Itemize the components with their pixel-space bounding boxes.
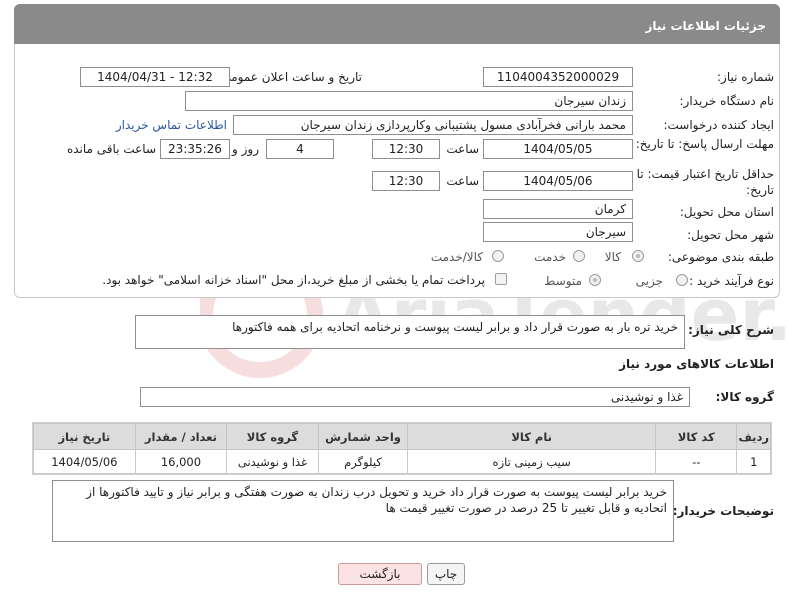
col-quantity: تعداد / مقدار [134, 423, 228, 450]
buyer-notes-textarea: خرید برابر لیست پیوست به صورت قرار داد خ… [52, 480, 674, 542]
remaining-time-field: 23:35:26 [160, 139, 230, 159]
buyer-org-field: زندان سیرجان [185, 91, 633, 111]
buyer-contact-link[interactable]: اطلاعات تماس خریدار [116, 118, 227, 132]
process-option-medium: متوسط [544, 274, 582, 288]
cell-group: غذا و نوشیدنی [226, 449, 319, 474]
cell-code: -- [655, 449, 738, 474]
cell-need-date: 1404/05/06 [33, 449, 136, 474]
announce-date-label: تاریخ و ساعت اعلان عمومی: [217, 70, 362, 84]
category-option-service: خدمت [534, 250, 566, 264]
cell-row: 1 [736, 449, 771, 474]
col-need-date: تاریخ نیاز [33, 423, 136, 450]
category-option-goods-service: کالا/خدمت [430, 250, 483, 264]
description-label: شرح کلی نیاز: [688, 323, 774, 337]
process-radio-medium[interactable] [589, 274, 601, 286]
buyer-org-label: نام دستگاه خریدار: [679, 94, 775, 108]
col-unit: واحد شمارش [317, 423, 409, 450]
goods-table-container: ردیف کد کالا نام کالا واحد شمارش گروه کا… [32, 422, 772, 475]
deadline-date-field: 1404/05/05 [483, 139, 633, 159]
treasury-payment-note: پرداخت تمام یا بخشی از مبلغ خرید،از محل … [102, 273, 485, 287]
city-field: سیرجان [483, 222, 633, 242]
province-label: استان محل تحویل: [679, 205, 774, 219]
need-number-field: 1104004352000029 [483, 67, 633, 87]
process-type-label: نوع فرآیند خرید : [689, 274, 774, 288]
cell-quantity: 16,000 [134, 449, 228, 474]
category-radio-service[interactable] [573, 250, 585, 262]
validity-label: حداقل تاریخ اعتبار قیمت: تا تاریخ: [636, 167, 774, 197]
deadline-time-label: ساعت [446, 142, 479, 156]
table-row: 1 -- سیب زمینی تازه کیلوگرم غذا و نوشیدن… [33, 449, 771, 474]
city-label: شهر محل تحویل: [687, 228, 774, 242]
announce-date-field: 1404/04/31 - 12:32 [80, 67, 230, 87]
col-code: کد کالا [655, 423, 738, 450]
col-row: ردیف [736, 423, 771, 450]
validity-date-field: 1404/05/06 [483, 171, 633, 191]
description-textarea: خرید تره بار به صورت قرار داد و برابر لی… [135, 315, 685, 349]
category-option-goods: کالا [604, 250, 621, 264]
category-radio-goods-service[interactable] [492, 250, 504, 262]
deadline-label: مهلت ارسال پاسخ: تا تاریخ: [635, 137, 774, 151]
goods-group-field: غذا و نوشیدنی [140, 387, 690, 407]
validity-time-field: 12:30 [372, 171, 440, 191]
validity-time-label: ساعت [446, 174, 479, 188]
days-field: 4 [266, 139, 334, 159]
buyer-notes-label: توضیحات خریدار: [672, 504, 774, 518]
days-label: روز و [232, 142, 259, 156]
deadline-time-field: 12:30 [372, 139, 440, 159]
goods-section-title: اطلاعات کالاهای مورد نیاز [619, 357, 774, 371]
treasury-payment-checkbox[interactable] [495, 273, 507, 285]
cell-name: سیب زمینی تازه [407, 449, 657, 474]
col-group: گروه کالا [226, 423, 319, 450]
back-button[interactable]: بازگشت [338, 563, 422, 585]
creator-field: محمد بارانی فخرآبادی مسول پشتیبانی وکارپ… [233, 115, 633, 135]
print-button[interactable]: چاپ [427, 563, 465, 585]
need-number-label: شماره نیاز: [717, 70, 774, 84]
category-radio-goods[interactable] [632, 250, 644, 262]
page-title: جزئیات اطلاعات نیاز [645, 19, 766, 33]
process-option-minor: جزیی [635, 274, 663, 288]
goods-table: ردیف کد کالا نام کالا واحد شمارش گروه کا… [33, 423, 771, 474]
remaining-time-label: ساعت باقی مانده [66, 142, 156, 156]
category-label: طبقه بندی موضوعی: [667, 250, 774, 264]
panel-header: جزئیات اطلاعات نیاز [14, 4, 780, 44]
process-radio-minor[interactable] [676, 274, 688, 286]
province-field: کرمان [483, 199, 633, 219]
col-name: نام کالا [407, 423, 657, 450]
goods-group-label: گروه کالا: [715, 390, 774, 404]
cell-unit: کیلوگرم [317, 449, 409, 474]
creator-label: ایجاد کننده درخواست: [663, 118, 774, 132]
